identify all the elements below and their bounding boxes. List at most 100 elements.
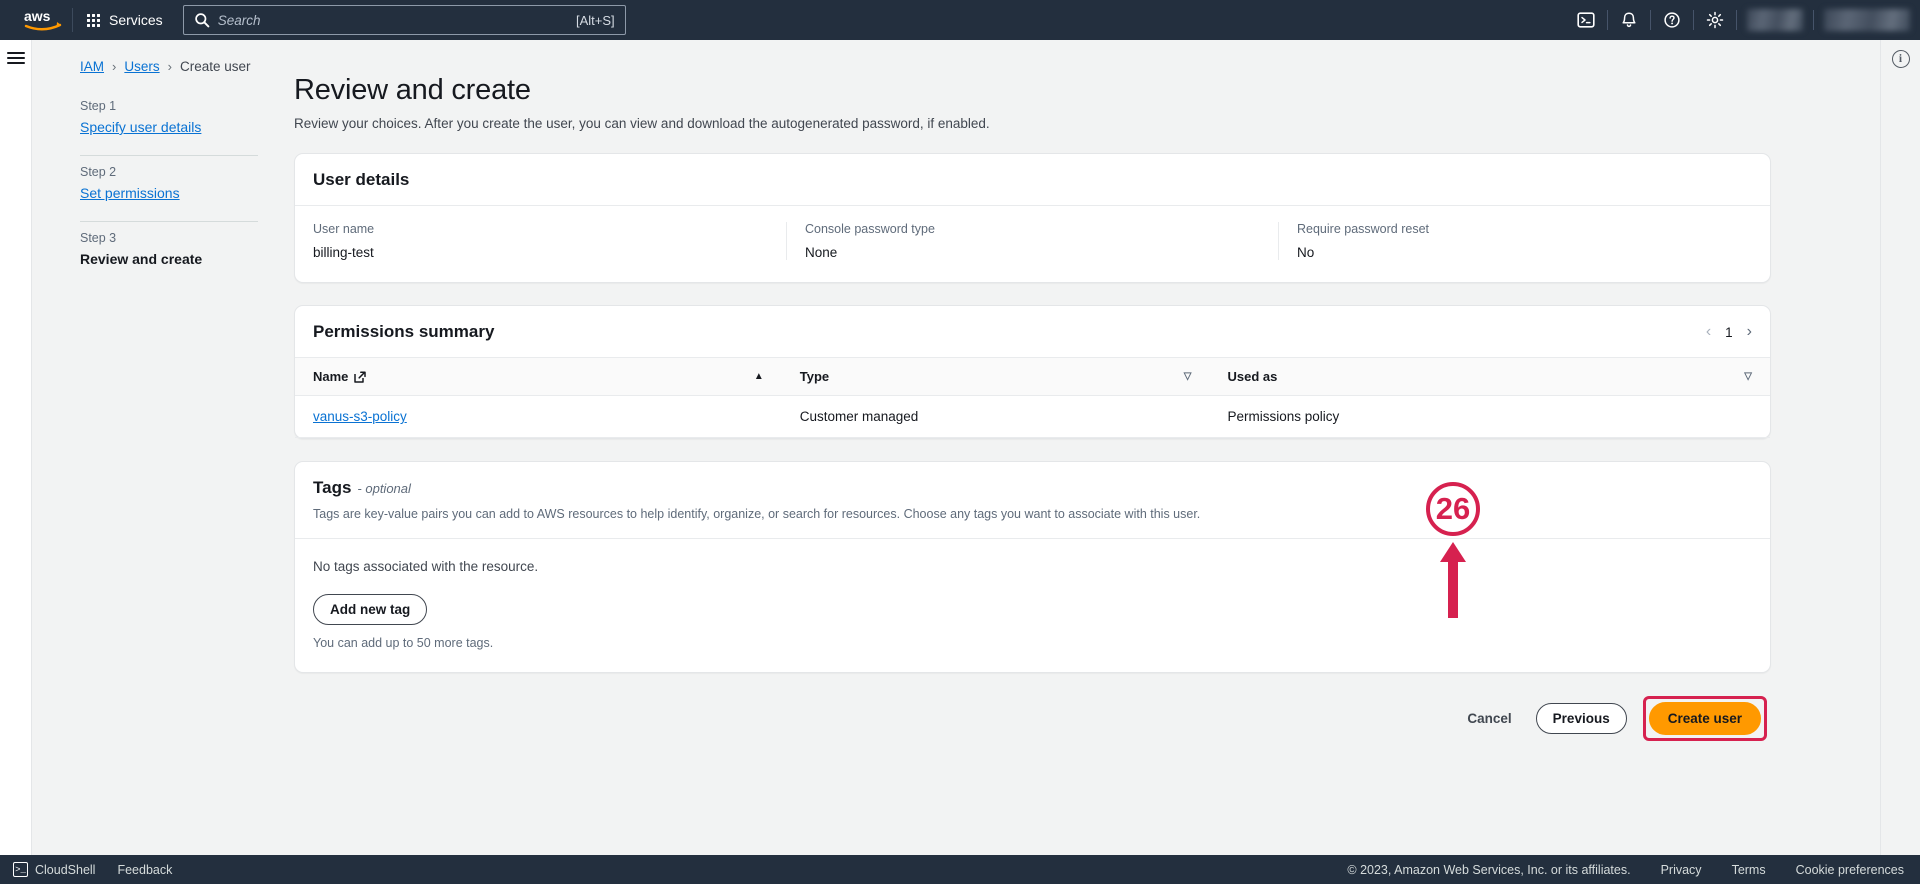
column-header-type-label: Type bbox=[799, 369, 830, 384]
topnav-right-group bbox=[1565, 0, 1920, 40]
field-label: User name bbox=[313, 222, 375, 236]
permissions-summary-title: Permissions summary bbox=[313, 322, 495, 341]
create-user-highlight: Create user bbox=[1642, 695, 1767, 741]
notifications-bell-icon[interactable] bbox=[1608, 0, 1650, 40]
aws-logo[interactable]: aws bbox=[14, 8, 72, 32]
field-value: billing-test bbox=[313, 245, 374, 260]
region-selector[interactable] bbox=[1747, 9, 1803, 31]
cloudshell-icon: >_ bbox=[13, 862, 28, 877]
services-label: Services bbox=[109, 12, 163, 28]
tags-description: Tags are key-value pairs you can add to … bbox=[313, 507, 1201, 521]
grid-menu-icon bbox=[87, 13, 100, 27]
help-circle-icon[interactable] bbox=[1651, 0, 1693, 40]
breadcrumb-separator-icon: › bbox=[112, 59, 117, 74]
step-navigation: Step 1 Specify user details Step 2 Set p… bbox=[80, 90, 258, 269]
step-3-number: Step 3 bbox=[80, 231, 117, 245]
search-placeholder-text: Search bbox=[217, 12, 261, 28]
footer-feedback-link[interactable]: Feedback bbox=[117, 863, 172, 877]
page-subtitle: Review your choices. After you create th… bbox=[294, 116, 990, 131]
cloudshell-icon[interactable] bbox=[1565, 0, 1607, 40]
footer-link-cookie-preferences[interactable]: Cookie preferences bbox=[1796, 863, 1904, 877]
tags-header: Tags - optional Tags are key-value pairs … bbox=[295, 462, 1770, 540]
tags-title: Tags bbox=[313, 478, 352, 497]
permissions-table-head: Name ▲ Type ▽ Used as ▽ bbox=[295, 358, 1770, 396]
tags-limit-note: You can add up to 50 more tags. bbox=[313, 636, 494, 651]
user-details-title: User details bbox=[313, 170, 410, 189]
tags-body: No tags associated with the resource. Ad… bbox=[295, 539, 1770, 672]
pagination: ‹ 1 › bbox=[1706, 324, 1752, 340]
pagination-page-1[interactable]: 1 bbox=[1725, 325, 1733, 340]
page-title: Review and create bbox=[294, 74, 531, 106]
footer-bar: >_ CloudShell Feedback © 2023, Amazon We… bbox=[0, 855, 1920, 884]
field-value: No bbox=[1297, 245, 1315, 260]
step-2-link[interactable]: Set permissions bbox=[80, 185, 180, 201]
info-circle-icon[interactable]: i bbox=[1891, 50, 1910, 68]
permissions-summary-header: Permissions summary ‹ 1 › bbox=[295, 306, 1770, 358]
policy-link-vanus-s3-policy[interactable]: vanus-s3-policy bbox=[313, 409, 407, 424]
tags-optional-label: - optional bbox=[357, 481, 411, 496]
breadcrumb-item-create-user: Create user bbox=[179, 59, 251, 74]
account-menu[interactable] bbox=[1824, 9, 1910, 31]
footer-feedback-label: Feedback bbox=[117, 862, 173, 877]
pagination-previous-icon[interactable]: ‹ bbox=[1706, 324, 1711, 340]
breadcrumb-separator-icon: › bbox=[167, 59, 172, 74]
user-details-body: User name billing-test Console password … bbox=[295, 206, 1770, 282]
field-require-password-reset: Require password reset No bbox=[1278, 222, 1770, 260]
left-navigation-rail bbox=[0, 40, 32, 855]
footer-left-group: >_ CloudShell Feedback bbox=[13, 862, 172, 877]
cell-policy-type: Customer managed bbox=[781, 395, 1210, 438]
user-details-header: User details bbox=[295, 154, 1770, 206]
search-input[interactable]: Search [Alt+S] bbox=[182, 5, 626, 35]
settings-gear-icon[interactable] bbox=[1694, 0, 1736, 40]
step-3-label: Review and create bbox=[80, 251, 203, 267]
services-menu-button[interactable]: Services bbox=[73, 0, 177, 40]
cancel-button[interactable]: Cancel bbox=[1459, 711, 1519, 726]
search-shortcut-hint: [Alt+S] bbox=[576, 12, 615, 28]
permissions-table: Name ▲ Type ▽ Used as ▽ vanus-s3-policy … bbox=[295, 358, 1770, 438]
column-header-type[interactable]: Type ▽ bbox=[781, 358, 1210, 396]
table-row: vanus-s3-policy Customer managed Permiss… bbox=[295, 395, 1770, 438]
cell-policy-used-as: Permissions policy bbox=[1209, 395, 1770, 438]
svg-text:aws: aws bbox=[24, 8, 51, 24]
field-console-password-type: Console password type None bbox=[786, 222, 1278, 260]
search-icon bbox=[194, 12, 210, 28]
breadcrumb: IAM › Users › Create user bbox=[80, 59, 251, 74]
wizard-action-bar: Cancel Previous Create user bbox=[294, 695, 1771, 741]
column-header-name-label: Name bbox=[313, 369, 349, 384]
previous-button[interactable]: Previous bbox=[1535, 702, 1627, 734]
step-2: Step 2 Set permissions bbox=[80, 156, 258, 203]
footer-cloudshell-label: CloudShell bbox=[35, 862, 96, 877]
permissions-summary-card: Permissions summary ‹ 1 › Name ▲ Type ▽ … bbox=[294, 305, 1771, 439]
permissions-table-body: vanus-s3-policy Customer managed Permiss… bbox=[295, 395, 1770, 438]
column-header-used-as-label: Used as bbox=[1227, 369, 1278, 384]
tags-empty-message: No tags associated with the resource. bbox=[313, 559, 539, 575]
step-1-number: Step 1 bbox=[80, 99, 117, 113]
field-user-name: User name billing-test bbox=[295, 222, 786, 260]
nav-divider bbox=[1736, 10, 1737, 30]
user-details-card: User details User name billing-test Cons… bbox=[294, 153, 1771, 283]
footer-link-terms[interactable]: Terms bbox=[1732, 863, 1766, 877]
field-value: None bbox=[805, 245, 838, 260]
page-content: IAM › Users › Create user Step 1 Specify… bbox=[33, 40, 1879, 855]
step-1-link[interactable]: Specify user details bbox=[80, 119, 201, 135]
right-info-rail: i bbox=[1880, 40, 1920, 855]
column-header-used-as[interactable]: Used as ▽ bbox=[1209, 358, 1770, 396]
column-header-name[interactable]: Name ▲ bbox=[295, 358, 782, 396]
footer-cloudshell-button[interactable]: >_ CloudShell bbox=[13, 862, 95, 877]
tags-card: Tags - optional Tags are key-value pairs … bbox=[294, 461, 1771, 674]
step-2-number: Step 2 bbox=[80, 165, 117, 179]
breadcrumb-item-iam[interactable]: IAM bbox=[80, 59, 104, 74]
create-user-button[interactable]: Create user bbox=[1648, 701, 1761, 735]
table-header-row: Name ▲ Type ▽ Used as ▽ bbox=[295, 358, 1770, 396]
breadcrumb-item-users[interactable]: Users bbox=[124, 59, 159, 74]
pagination-next-icon[interactable]: › bbox=[1747, 324, 1752, 340]
nav-divider bbox=[1813, 10, 1814, 30]
sort-descending-icon: ▽ bbox=[1183, 371, 1192, 382]
external-link-icon bbox=[354, 370, 367, 383]
hamburger-menu-icon[interactable] bbox=[6, 52, 25, 64]
step-1: Step 1 Specify user details bbox=[80, 90, 258, 137]
sort-descending-icon: ▽ bbox=[1744, 371, 1752, 382]
add-new-tag-button[interactable]: Add new tag bbox=[313, 594, 428, 626]
footer-link-privacy[interactable]: Privacy bbox=[1661, 863, 1702, 877]
cell-policy-name: vanus-s3-policy bbox=[295, 395, 782, 438]
